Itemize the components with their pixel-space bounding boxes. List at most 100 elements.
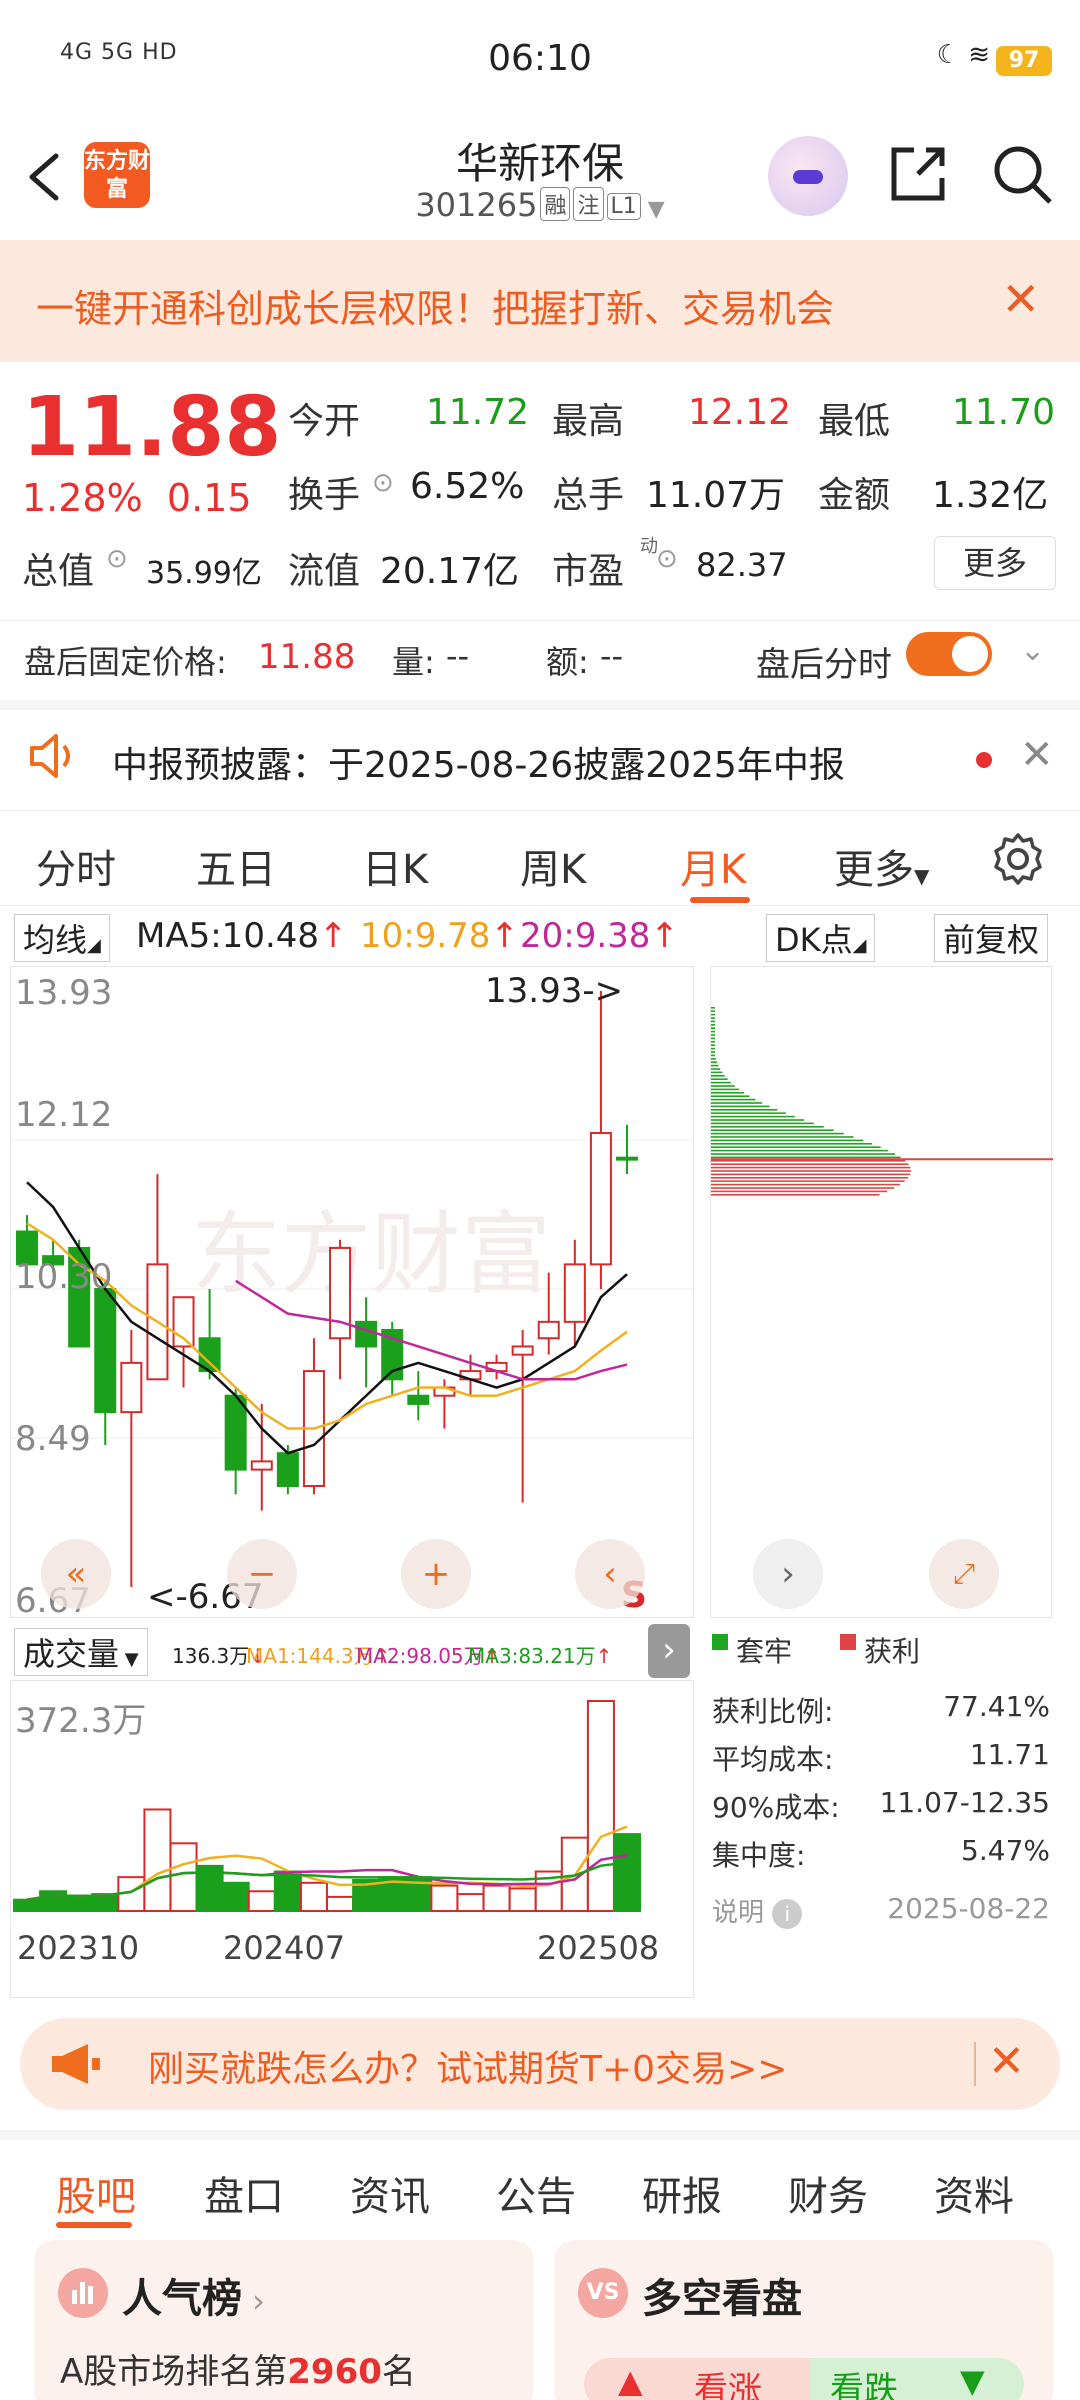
chip-bar xyxy=(711,1177,909,1179)
stat-value: 5.47% xyxy=(961,1834,1050,1867)
notice-bar[interactable]: 中报预披露：于2025-08-26披露2025年中报 ✕ xyxy=(0,700,1080,800)
step-left-icon[interactable]: ‹ xyxy=(575,1539,645,1609)
tab-monthly-k[interactable]: 月K xyxy=(680,837,746,895)
popularity-title: 人气榜 › xyxy=(122,2276,265,2322)
kline-chart[interactable]: 东方财富 13.93 12.12 10.30 8.49 6.67 13.93->… xyxy=(10,966,695,1621)
chip-bar xyxy=(711,1037,715,1040)
chip-bar xyxy=(711,1061,718,1063)
chip-bar xyxy=(711,1115,795,1118)
tab-timeshare[interactable]: 分时 xyxy=(36,837,116,895)
zoom-in-icon[interactable]: + xyxy=(401,1539,471,1609)
ma-select[interactable]: 均线◢ xyxy=(14,914,110,962)
info-icon[interactable]: ⊙ xyxy=(106,544,128,574)
chip-bar xyxy=(711,1034,715,1036)
stat-label: 集中度: xyxy=(712,1839,806,1872)
bull-bear-card[interactable]: VS 多空看盘 ▲ 看涨 看跌 ▼ xyxy=(554,2240,1054,2400)
chip-bar xyxy=(711,1078,728,1080)
tab-five-day[interactable]: 五日 xyxy=(196,837,276,895)
tab-announcements[interactable]: 公告 xyxy=(496,2164,576,2222)
popularity-rank: A股市场排名第2960名 xyxy=(60,2352,416,2392)
caret-icon: ◢ xyxy=(87,935,101,956)
candle-body xyxy=(616,1156,638,1161)
chevron-right-icon[interactable]: › xyxy=(753,1539,823,1609)
chip-bar xyxy=(711,1030,715,1033)
ma-select-label: 均线 xyxy=(23,921,88,959)
legend-profit-label: 获利 xyxy=(864,1635,921,1668)
chip-bar xyxy=(711,1044,715,1046)
tab-more-label: 更多 xyxy=(834,847,914,893)
tab-forum[interactable]: 股吧 xyxy=(56,2164,136,2222)
bearish-button[interactable]: 看跌 ▼ xyxy=(810,2358,1024,2400)
y-label-3: 10.30 xyxy=(15,1257,113,1297)
chip-bar xyxy=(711,1153,895,1155)
candle-body xyxy=(589,1132,612,1266)
chevron-down-icon[interactable]: ⌄ xyxy=(1020,633,1045,668)
chip-distribution-chart[interactable]: › ⤢ xyxy=(710,966,1053,1618)
dk-point-button[interactable]: DK点◢ xyxy=(766,914,876,962)
tab-research[interactable]: 研报 xyxy=(642,2164,722,2222)
tab-quotes[interactable]: 盘口 xyxy=(204,2164,284,2222)
popularity-card[interactable]: 人气榜 › A股市场排名第2960名 xyxy=(34,2240,534,2400)
candle-body xyxy=(120,1361,143,1414)
tab-finance[interactable]: 财务 xyxy=(788,2164,868,2222)
futures-promo[interactable]: 刚买就跌怎么办？试试期货T+0交易>> ✕ xyxy=(20,2018,1060,2110)
expand-icon[interactable]: ⤢ xyxy=(929,1539,999,1609)
volume-bar xyxy=(273,1870,302,1913)
stock-code: 301265 xyxy=(415,186,538,224)
chip-bar xyxy=(711,1098,756,1101)
float-value: 20.17亿 xyxy=(380,551,520,592)
max-price-marker: 13.93-> xyxy=(485,971,624,1011)
tab-daily-k[interactable]: 日K xyxy=(362,837,428,895)
x-label-1: 202310 xyxy=(17,1929,140,1967)
after-hours-amt: -- xyxy=(600,637,624,675)
tag-margin: 融 xyxy=(540,187,571,221)
chip-bar xyxy=(711,1024,715,1026)
promo-banner[interactable]: 一键开通科创成长层权限！把握打新、交易机会 ✕ xyxy=(0,240,1080,362)
volume-bar xyxy=(326,1895,355,1912)
chip-distribution-svg xyxy=(711,1007,1053,1196)
close-icon[interactable]: ✕ xyxy=(1020,732,1054,778)
tab-profile[interactable]: 资料 xyxy=(934,2164,1014,2222)
assistant-avatar[interactable] xyxy=(768,136,848,216)
zoom-out-icon[interactable]: − xyxy=(227,1539,297,1609)
info-icon[interactable]: ⊙ xyxy=(656,544,678,574)
volume-chart[interactable]: 372.3万 202310 202407 202508 xyxy=(10,1680,694,1998)
share-icon[interactable] xyxy=(886,142,950,210)
more-button[interactable]: 更多 xyxy=(934,536,1056,590)
bullish-label: 看涨 xyxy=(694,2370,762,2400)
chip-bar xyxy=(711,1047,715,1050)
tab-weekly-k[interactable]: 周K xyxy=(520,837,586,895)
adjust-button[interactable]: 前复权 xyxy=(934,914,1049,962)
close-icon[interactable]: ✕ xyxy=(988,2036,1025,2087)
vol-max-label: 372.3万 xyxy=(15,1701,147,1741)
chip-bar xyxy=(711,1017,715,1019)
stat-label: 平均成本: xyxy=(712,1743,834,1776)
chip-bar xyxy=(711,1064,719,1067)
ma20-value: 20:9.38↑ xyxy=(520,916,679,956)
tab-more[interactable]: 更多▼ xyxy=(834,837,929,895)
chip-bar xyxy=(711,1010,715,1012)
x-label-2: 202407 xyxy=(223,1929,346,1967)
promo-text: 刚买就跌怎么办？试试期货T+0交易>> xyxy=(148,2049,788,2090)
volume-bar xyxy=(221,1881,250,1912)
legend-trapped-label: 套牢 xyxy=(736,1635,793,1668)
close-icon[interactable]: ✕ xyxy=(1001,272,1040,326)
stat-value: 11.71 xyxy=(969,1738,1050,1771)
expand-panel-icon[interactable]: › xyxy=(648,1624,690,1678)
volume-bar xyxy=(143,1808,172,1912)
search-icon[interactable] xyxy=(990,142,1054,210)
bullish-button[interactable]: ▲ 看涨 xyxy=(584,2358,810,2400)
after-hours-toggle[interactable] xyxy=(906,632,992,676)
info-icon[interactable]: ⊙ xyxy=(372,468,394,498)
open-value: 11.72 xyxy=(426,392,530,433)
tab-news[interactable]: 资讯 xyxy=(350,2164,430,2222)
notice-text: 中报预披露：于2025-08-26披露2025年中报 xyxy=(112,745,845,786)
note-link[interactable]: 说明 i xyxy=(712,1892,803,1929)
status-bar: 4G 5G HD 06:10 ☾ ≋ 97 xyxy=(0,0,1080,120)
indicator-select[interactable]: 成交量 ▼ xyxy=(14,1628,148,1676)
chip-bar xyxy=(711,1054,715,1057)
chip-bar xyxy=(711,1122,814,1125)
indicator-select-label: 成交量 xyxy=(23,1635,120,1673)
scroll-left-icon[interactable]: « xyxy=(41,1539,111,1609)
gear-icon[interactable] xyxy=(990,831,1046,891)
